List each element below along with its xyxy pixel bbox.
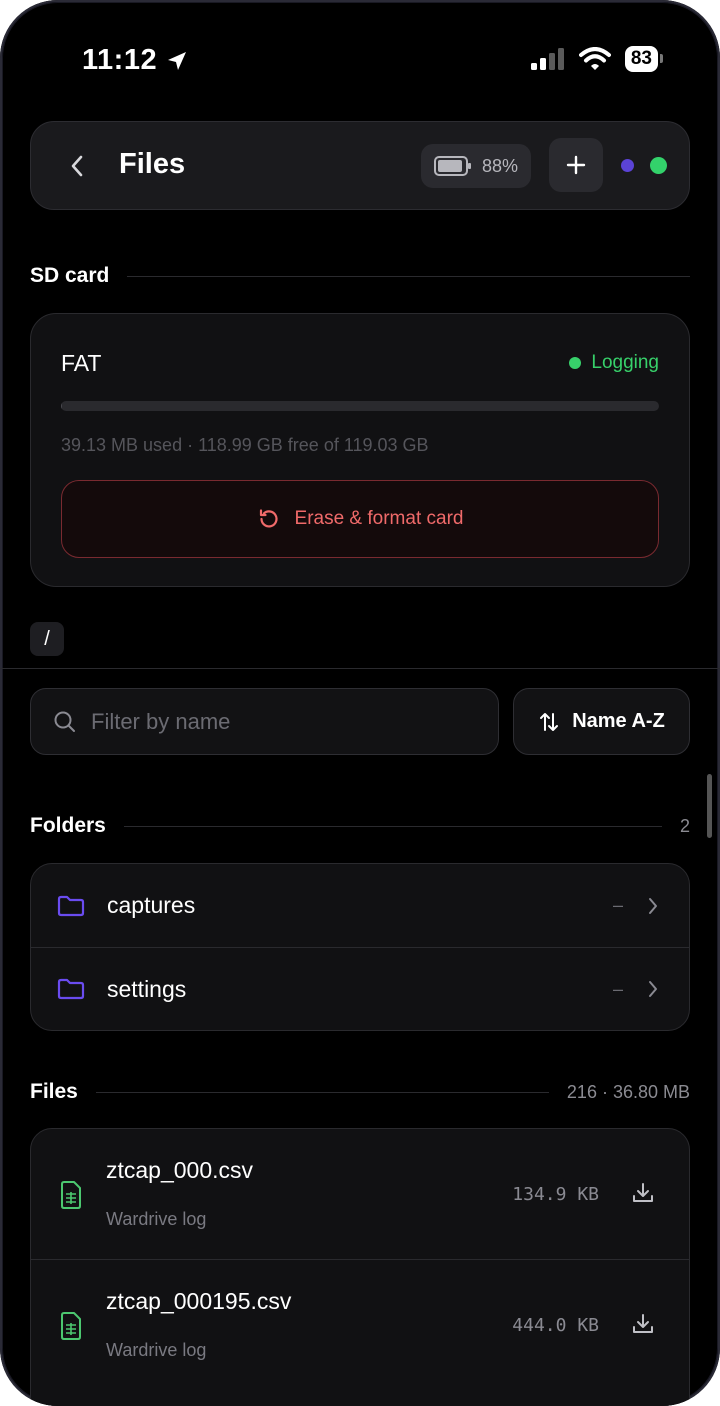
folder-name: settings: [107, 975, 187, 1002]
folders-section-header: Folders 2: [30, 814, 690, 838]
scrollbar[interactable]: [707, 774, 712, 838]
sort-button[interactable]: Name A-Z: [513, 688, 690, 755]
file-item[interactable]: ztcap_000195.csv Wardrive log 444.0 KB: [31, 1259, 689, 1389]
folders-list: captures – settings –: [30, 863, 690, 1031]
back-button[interactable]: [59, 144, 95, 188]
wifi-icon: [578, 47, 611, 70]
chevron-right-icon: [647, 897, 659, 915]
sort-arrows-icon: [540, 712, 559, 731]
reset-icon: [259, 509, 278, 528]
file-name: ztcap_000.csv: [106, 1157, 254, 1183]
sd-card-panel: FAT Logging 39.13 MB used · 118.99 GB fr…: [30, 313, 690, 587]
storage-usage-bar: [61, 401, 659, 411]
folders-count: 2: [679, 815, 690, 836]
file-item[interactable]: ztcap_000.csv Wardrive log 134.9 KB: [31, 1129, 689, 1259]
file-type: Wardrive log: [106, 1209, 207, 1229]
device-battery-text: 88%: [481, 155, 519, 176]
section-divider: [95, 1091, 549, 1093]
battery-icon: [433, 156, 471, 176]
csv-file-icon: [61, 1181, 81, 1209]
folder-meta: –: [612, 895, 623, 915]
device-battery-badge: 88%: [421, 144, 531, 188]
logging-status: Logging: [569, 352, 659, 374]
phone-battery-indicator: 83: [624, 46, 664, 72]
section-divider: [123, 825, 662, 827]
section-divider: [127, 275, 690, 277]
download-icon[interactable]: [631, 1312, 655, 1336]
download-icon[interactable]: [631, 1181, 655, 1205]
cellular-signal-icon: [530, 48, 564, 70]
search-icon: [54, 711, 75, 732]
plus-icon: [566, 155, 586, 175]
folder-icon: [57, 978, 85, 1000]
logging-dot: [569, 357, 582, 369]
connection-dot-purple: [621, 159, 634, 172]
erase-format-label: Erase & format card: [294, 508, 464, 529]
status-dot-green: [650, 157, 667, 174]
phone-screen: 11:12 83 Files 88% SD card FAT Logging 3…: [0, 0, 720, 1406]
sort-label: Name A-Z: [572, 710, 665, 732]
status-icons: 83: [530, 46, 664, 72]
csv-file-icon: [61, 1312, 81, 1340]
add-button[interactable]: [549, 138, 603, 192]
files-section-header: Files 216 · 36.80 MB: [30, 1080, 690, 1104]
file-size: 444.0 KB: [512, 1315, 599, 1336]
files-summary: 216 · 36.80 MB: [566, 1081, 690, 1102]
page-title: Files: [119, 148, 186, 180]
sd-section-header: SD card: [30, 264, 690, 288]
files-section-title: Files: [30, 1080, 78, 1103]
folder-item-captures[interactable]: captures –: [31, 864, 689, 947]
erase-format-button[interactable]: Erase & format card: [61, 480, 659, 558]
location-arrow-icon: [168, 51, 187, 70]
folder-icon: [57, 895, 85, 916]
files-list: ztcap_000.csv Wardrive log 134.9 KB ztca…: [30, 1128, 690, 1406]
chevron-left-icon: [71, 155, 83, 177]
file-type: Wardrive log: [106, 1340, 207, 1360]
path-divider: [0, 668, 720, 669]
sd-section-title: SD card: [30, 264, 110, 287]
filter-input[interactable]: [91, 708, 471, 735]
folder-item-settings[interactable]: settings –: [31, 947, 689, 1030]
storage-usage-text: 39.13 MB used · 118.99 GB free of 119.03…: [61, 435, 429, 455]
status-time-text: 11:12: [82, 44, 158, 76]
chevron-right-icon: [647, 980, 659, 998]
path-breadcrumb[interactable]: /: [30, 622, 64, 656]
logging-status-text: Logging: [591, 352, 659, 373]
status-time: 11:12: [82, 44, 189, 77]
filter-box[interactable]: [30, 688, 499, 755]
filesystem-type: FAT: [61, 350, 102, 376]
file-size: 134.9 KB: [512, 1184, 599, 1205]
app-header: Files 88%: [30, 121, 690, 210]
folder-meta: –: [612, 978, 623, 999]
folder-name: captures: [107, 892, 196, 918]
file-name: ztcap_000195.csv: [106, 1288, 292, 1314]
folders-section-title: Folders: [30, 814, 106, 837]
